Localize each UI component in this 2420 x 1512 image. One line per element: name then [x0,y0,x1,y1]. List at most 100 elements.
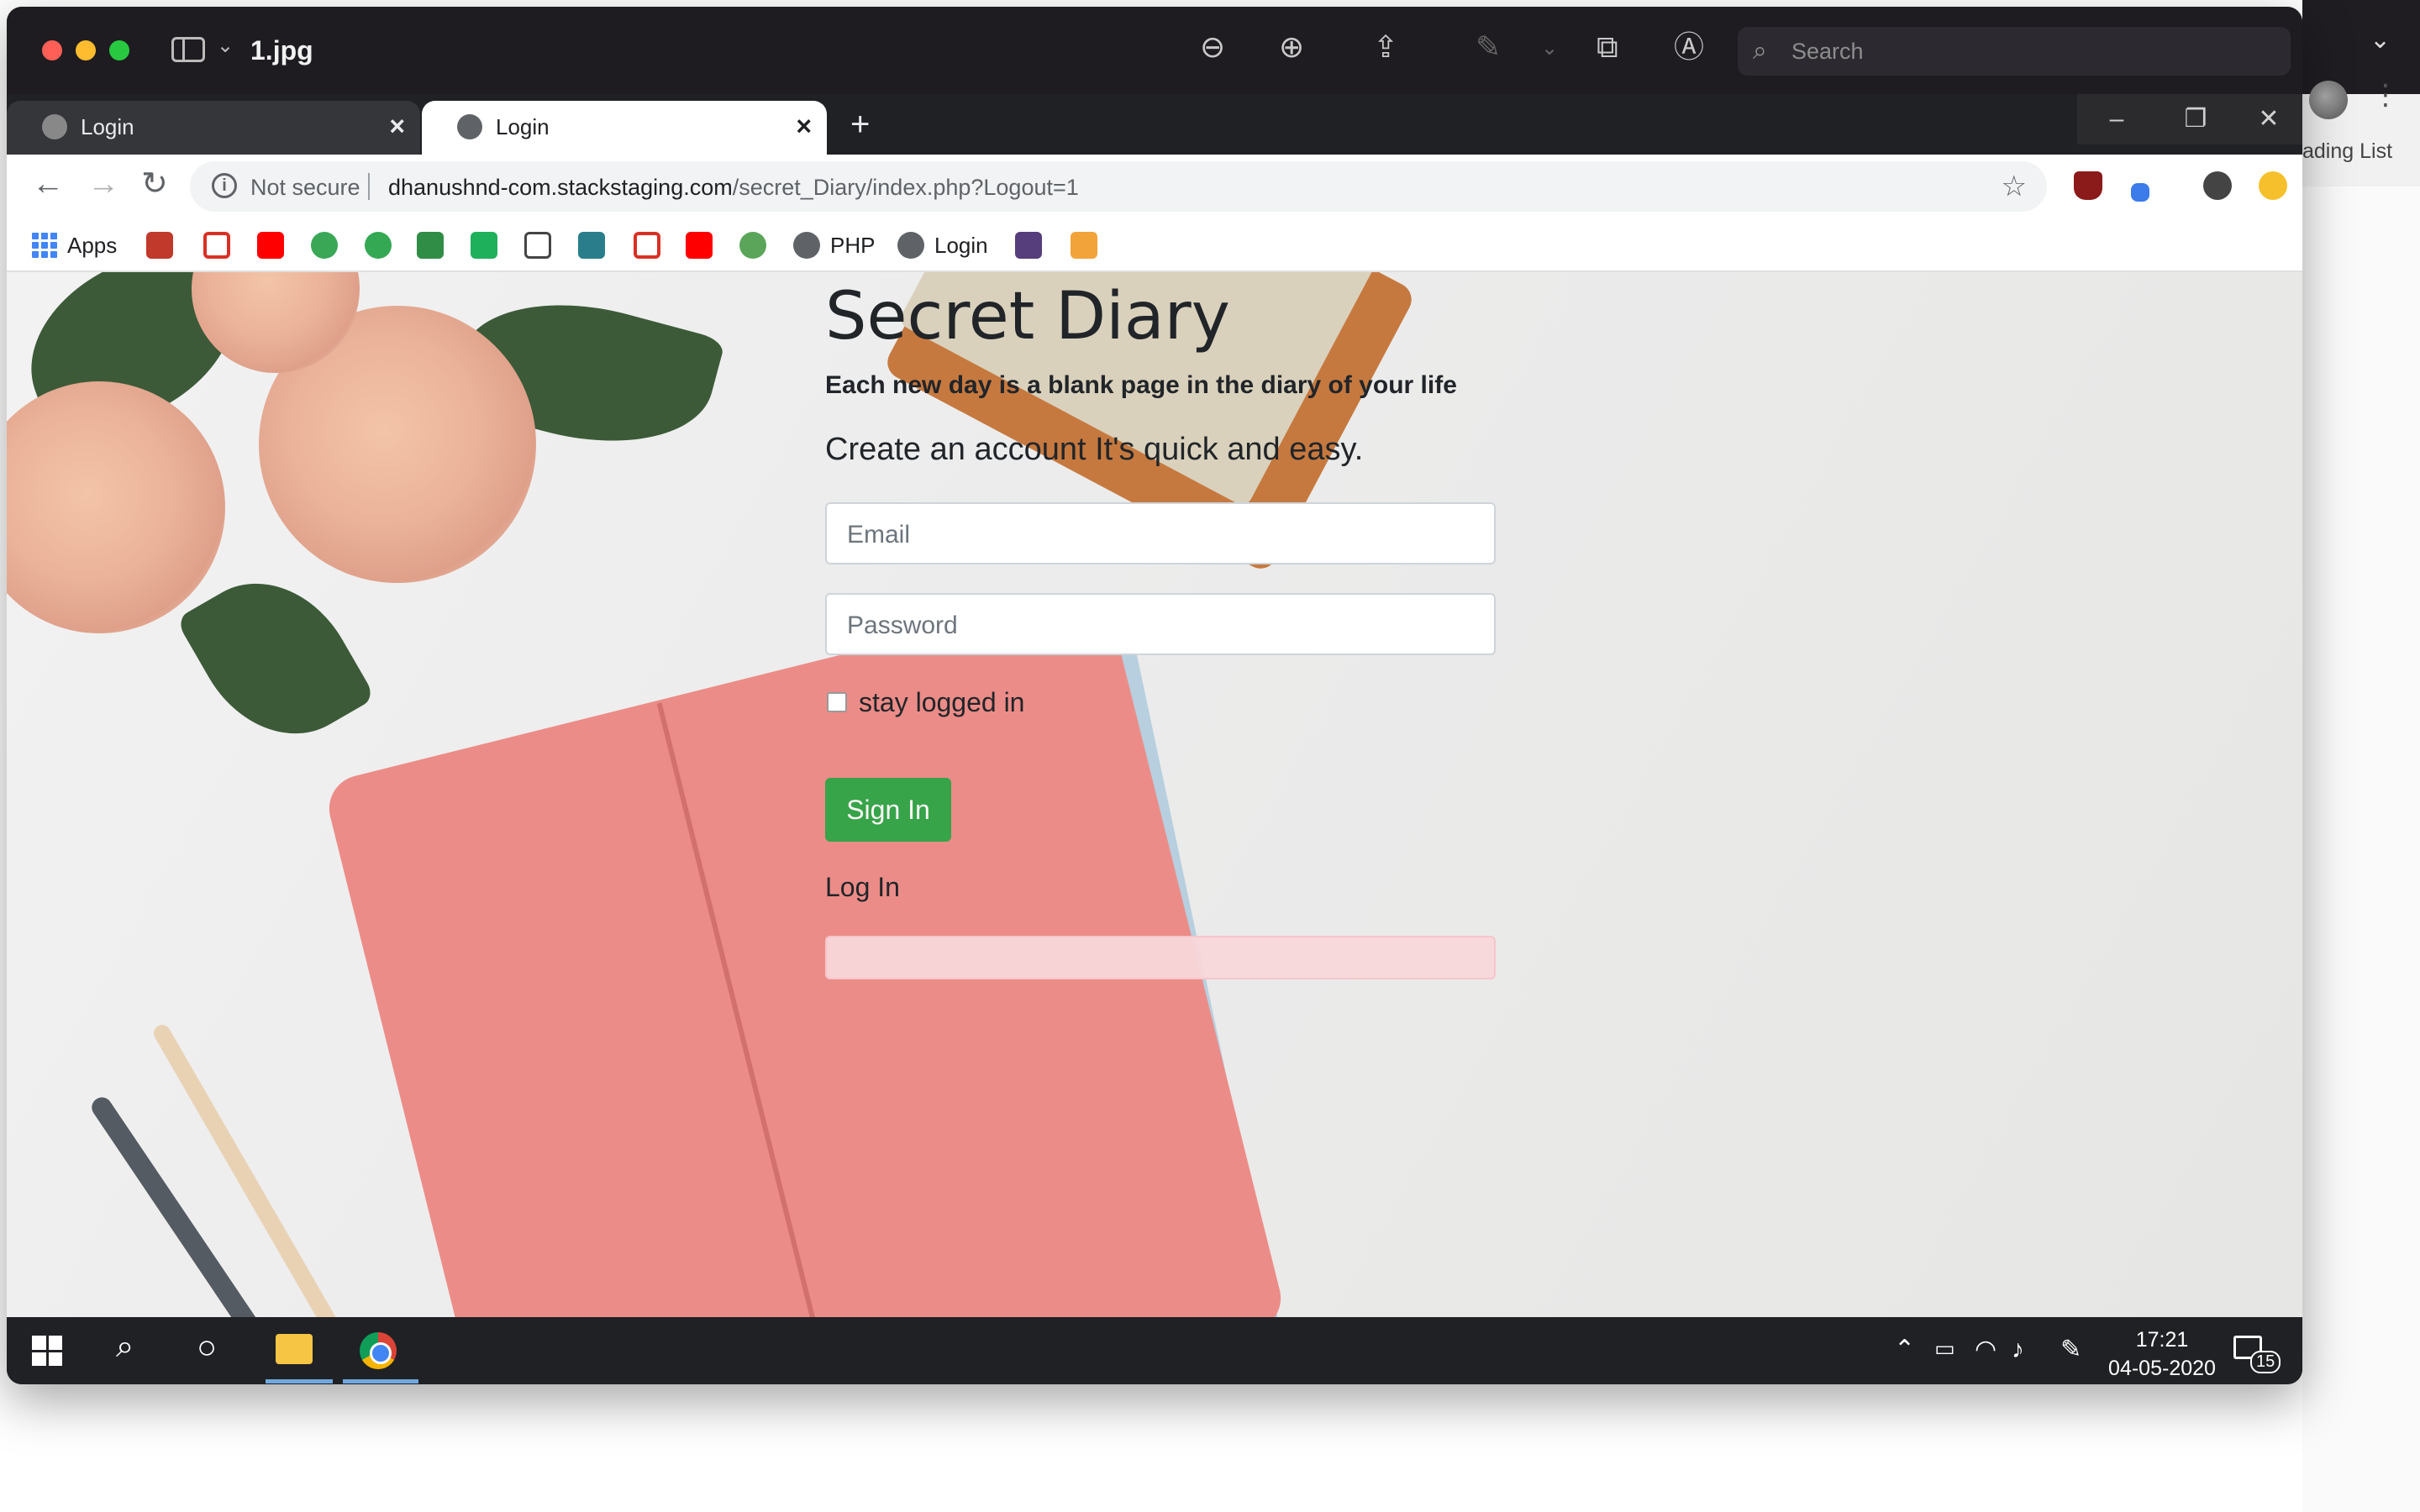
tab-login-1[interactable]: Login × [7,101,420,155]
bookmark-apps[interactable]: Apps [32,230,117,260]
zoom-in-icon[interactable]: ⊕ [1279,32,1304,62]
windows-taskbar: ⌕ ○ ⌃ ▭ ◠ ♪ ✎ 17:21 04-05-2020 15 [7,1317,2302,1384]
bookmark-php[interactable]: PHP [793,230,875,260]
password-field[interactable]: Password [825,593,1496,655]
bookmark-favicon-icon [417,232,444,259]
minimize-window-button[interactable] [76,40,96,60]
omnibox-divider [368,173,370,200]
profile-avatar[interactable] [2309,81,2348,119]
search-placeholder: Search [1791,39,1864,64]
markup-icon[interactable]: ✎ [1476,32,1501,62]
bookmark-8[interactable] [578,230,605,260]
search-field[interactable]: ⌕ Search [1738,27,2291,76]
tab-label: Login [81,114,134,139]
globe-icon [793,232,820,259]
file-explorer-icon[interactable] [276,1334,313,1364]
wifi-icon[interactable]: ◠ [1975,1337,1996,1362]
zoom-out-icon[interactable]: ⊖ [1200,32,1225,62]
notification-center-icon[interactable]: 15 [2233,1332,2281,1373]
address-bar[interactable]: i Not secure dhanushnd-com.stackstaging.… [190,161,2047,212]
close-window-button[interactable] [42,40,62,60]
minimize-button[interactable]: – [2077,94,2156,144]
security-status[interactable]: Not secure [250,175,360,201]
more-menu-icon[interactable]: ⋮ [2371,81,2400,109]
system-clock[interactable]: 17:21 04-05-2020 [2099,1326,2225,1383]
gmail-icon [634,232,660,259]
log-in-link[interactable]: Log In [825,872,900,903]
background-app-titlebar [2302,0,2420,94]
battery-icon[interactable]: ▭ [1934,1337,1955,1359]
zoom-window-button[interactable] [109,40,129,60]
phpmyadmin-icon [1071,232,1097,259]
email-field[interactable]: Email [825,502,1496,564]
bookmark-favicon-icon [739,232,766,259]
annotate-icon[interactable]: Ⓐ [1674,32,1704,62]
volume-icon[interactable]: ♪ [2012,1337,2024,1362]
error-alert [825,936,1496,979]
windows-start-icon[interactable] [32,1336,62,1366]
sign-in-button[interactable]: Sign In [825,778,951,842]
bookmark-bootstrap[interactable] [1015,230,1042,260]
play-icon [365,232,392,259]
bookmark-favicon-icon [146,232,173,259]
mac-titlebar: ⌄ 1.jpg ⊖ ⊕ ⇪ ✎ ⌄ ⧉ Ⓐ ⌕ Search [7,7,2302,94]
pen-icon[interactable]: ✎ [2060,1337,2081,1362]
back-arrow-icon[interactable]: ← [32,168,64,200]
bookmark-pma[interactable] [1071,230,1097,260]
tab-strip: Login × Login × + – ❐ ✕ [7,94,2302,155]
screen: ⌄ ⋮ ading List ⌄ 1.jpg ⊖ ⊕ ⇪ ✎ ⌄ ⧉ Ⓐ ⌕ S… [0,0,2420,1512]
bookmark-gmail-2[interactable] [634,230,660,260]
background-app-area [2302,0,2420,1512]
bookmark-5[interactable] [417,230,444,260]
info-icon[interactable]: i [212,173,237,198]
bookmark-1[interactable] [146,230,173,260]
sidebar-toggle-icon[interactable] [171,37,205,62]
url-text[interactable]: dhanushnd-com.stackstaging.com/secret_Di… [388,175,1079,201]
bookmark-youtube-2[interactable] [686,230,713,260]
page-tagline: Each new day is a blank page in the diar… [825,371,1457,399]
close-tab-icon[interactable]: × [796,111,812,142]
stay-logged-in-checkbox[interactable] [827,692,847,712]
bookmark-gmail[interactable] [203,230,230,260]
bookmark-9[interactable] [739,230,766,260]
ublock-extension-icon[interactable] [2074,171,2102,200]
bookmark-label: PHP [830,232,876,258]
code-icon [524,232,551,259]
close-button[interactable]: ✕ [2235,94,2302,144]
stay-logged-in-label[interactable]: stay logged in [859,687,1024,718]
email-placeholder: Email [847,521,911,549]
restore-button[interactable]: ❐ [2156,94,2235,144]
bookmark-favicon-icon [311,232,338,259]
bookmark-7[interactable] [524,230,551,260]
markup-dropdown-icon[interactable]: ⌄ [1541,39,1558,59]
bookmark-star-icon[interactable]: ☆ [2002,170,2027,203]
close-tab-icon[interactable]: × [389,111,405,142]
cortana-icon[interactable]: ○ [197,1331,217,1364]
profile-extension-icon[interactable] [2203,171,2232,200]
tab-login-2[interactable]: Login × [422,101,827,155]
bookmark-4[interactable] [365,230,392,260]
reload-icon[interactable]: ↻ [141,168,168,200]
rotate-icon[interactable]: ⧉ [1597,32,1618,62]
coin-extension-icon[interactable] [2259,171,2287,200]
bookmark-login[interactable]: Login [897,230,988,260]
chevron-down-icon[interactable]: ⌄ [217,34,234,58]
search-icon[interactable]: ⌕ [116,1331,134,1362]
bookmark-6[interactable] [471,230,497,260]
chevron-down-icon[interactable]: ⌄ [2370,25,2391,55]
globe-icon [42,114,67,139]
eyedropper-extension-icon[interactable] [2131,183,2149,202]
share-icon[interactable]: ⇪ [1373,32,1398,62]
globe-icon [457,114,482,139]
create-account-heading: Create an account It's quick and easy. [825,432,1364,467]
background-leaf [175,552,376,765]
reading-list-label[interactable]: ading List [2302,139,2392,164]
youtube-icon [686,232,713,259]
chrome-icon[interactable] [360,1332,397,1369]
forward-arrow-icon[interactable]: → [87,168,119,200]
bookmark-3[interactable] [311,230,338,260]
chevron-up-icon[interactable]: ⌃ [1894,1337,1915,1362]
url-host: dhanushnd-com.stackstaging.com [388,175,733,200]
new-tab-button[interactable]: + [850,106,870,144]
bookmark-youtube[interactable] [257,230,284,260]
